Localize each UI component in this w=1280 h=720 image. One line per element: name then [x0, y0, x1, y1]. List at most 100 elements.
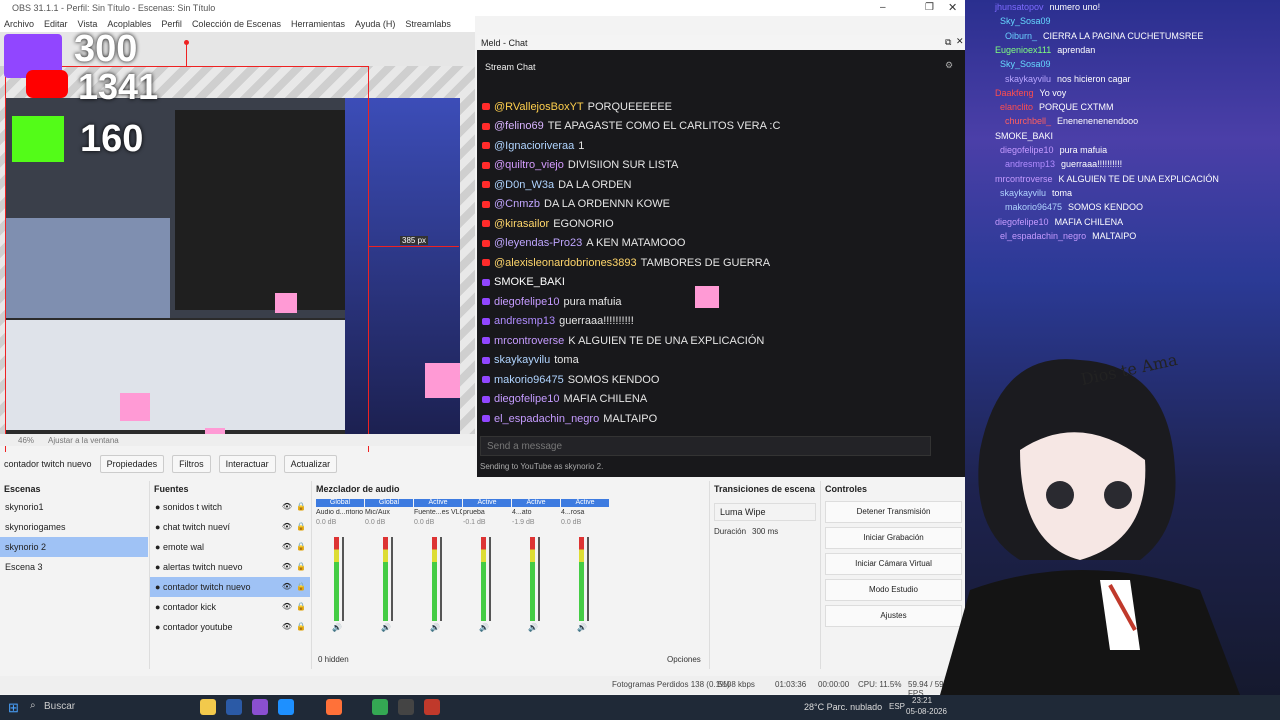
firefox-icon[interactable] [326, 699, 342, 715]
chat-username[interactable]: el_espadachin_negro [494, 413, 599, 425]
scene-item[interactable]: skynorio 2 [0, 537, 148, 557]
dock-close-icon[interactable]: ✕ [956, 36, 964, 47]
volume-fader[interactable] [342, 537, 344, 621]
chat-username[interactable]: skaykayvilu [494, 354, 550, 366]
chat-username[interactable]: makorio96475 [494, 374, 564, 386]
app-icon[interactable] [424, 699, 440, 715]
volume-fader[interactable] [391, 537, 393, 621]
clock-time[interactable]: 23:21 [912, 696, 932, 705]
edge-icon[interactable] [278, 699, 294, 715]
source-item[interactable]: ● sonidos t witch 👁 🔒 [150, 497, 310, 517]
search-icon[interactable]: ⌕ [30, 700, 36, 711]
volume-fader[interactable] [440, 537, 442, 621]
windows-start-icon[interactable]: ⊞ [8, 700, 19, 716]
source-item[interactable]: ● chat twitch nueví 👁 🔒 [150, 517, 310, 537]
mute-icon[interactable]: 🔊 [430, 623, 440, 632]
settings-icon[interactable]: ⚙ [945, 60, 953, 71]
volume-fader[interactable] [489, 537, 491, 621]
menu-herramientas[interactable]: Herramientas [291, 19, 345, 29]
visibility-icon[interactable]: 👁 [282, 577, 292, 597]
filters-button[interactable]: Filtros [172, 455, 211, 473]
chat-username[interactable]: @Ignacioriveraa [494, 140, 574, 152]
visibility-icon[interactable]: 👁 [282, 517, 292, 537]
app-icon[interactable] [226, 699, 242, 715]
menu-editar[interactable]: Editar [44, 19, 68, 29]
minimize-icon[interactable]: – [880, 2, 886, 13]
chat-username[interactable]: SMOKE_BAKI [494, 276, 565, 288]
mute-icon[interactable]: 🔊 [381, 623, 391, 632]
clock-date[interactable]: 05-08-2026 [906, 707, 947, 716]
overlay-chat-line: Eugenioex111 aprendan [995, 45, 1235, 59]
menu-archivo[interactable]: Archivo [4, 19, 34, 29]
mute-icon[interactable]: 🔊 [528, 623, 538, 632]
menu-streamlabs[interactable]: Streamlabs [405, 19, 451, 29]
overlay-chat-line: Daakfeng Yo voy [995, 88, 1235, 102]
undock-icon[interactable]: ⧉ [945, 37, 951, 48]
lock-icon[interactable]: 🔒 [296, 517, 306, 537]
chat-username[interactable]: @D0n_W3a [494, 179, 554, 191]
chat-username[interactable]: @felino69 [494, 120, 544, 132]
file-explorer-icon[interactable] [200, 699, 216, 715]
lock-icon[interactable]: 🔒 [296, 597, 306, 617]
chrome-icon[interactable] [372, 699, 388, 715]
visibility-icon[interactable]: 👁 [282, 597, 292, 617]
chat-username[interactable]: @quiltro_viejo [494, 159, 564, 171]
properties-button[interactable]: Propiedades [99, 455, 165, 473]
lock-icon[interactable]: 🔒 [296, 617, 306, 637]
chat-username[interactable]: @alexisleonardobriones3893 [494, 257, 637, 269]
obs-icon[interactable] [398, 699, 414, 715]
transition-select[interactable]: Luma Wipe [714, 503, 816, 521]
source-item[interactable]: ● contador kick 👁 🔒 [150, 597, 310, 617]
chat-username[interactable]: diegofelipe10 [494, 393, 559, 405]
menu-ayuda[interactable]: Ayuda (H) [355, 19, 395, 29]
menu-perfil[interactable]: Perfil [161, 19, 182, 29]
lock-icon[interactable]: 🔒 [296, 537, 306, 557]
scene-item[interactable]: skynoriogames [0, 517, 148, 537]
mute-icon[interactable]: 🔊 [577, 623, 587, 632]
message-input[interactable]: Send a message [480, 436, 931, 456]
interact-button[interactable]: Interactuar [218, 455, 276, 473]
chat-username[interactable]: mrcontroverse [494, 335, 564, 347]
refresh-button[interactable]: Actualizar [283, 455, 338, 473]
visibility-icon[interactable]: 👁 [282, 497, 292, 517]
twitch-icon [482, 298, 490, 306]
zoom-level[interactable]: 46% [18, 436, 34, 445]
chat-username[interactable]: @Cnmzb [494, 198, 540, 210]
chat-username[interactable]: @RVallejosBoxYT [494, 101, 584, 113]
scene-item[interactable]: skynorio1 [0, 497, 148, 517]
menu-coleccion[interactable]: Colección de Escenas [192, 19, 281, 29]
source-item[interactable]: ● contador youtube 👁 🔒 [150, 617, 310, 637]
close-icon[interactable]: ✕ [948, 1, 957, 14]
visibility-icon[interactable]: 👁 [282, 557, 292, 577]
taskbar-search[interactable]: Buscar [44, 701, 75, 712]
mixer-channel: Active 4...rosa 0.0 dB 🔊 [561, 499, 609, 632]
volume-fader[interactable] [587, 537, 589, 621]
visibility-icon[interactable]: 👁 [282, 537, 292, 557]
source-item[interactable]: ● emote wal 👁 🔒 [150, 537, 310, 557]
chat-username[interactable]: andresmp13 [494, 315, 555, 327]
chat-username[interactable]: @leyendas-Pro23 [494, 237, 582, 249]
lock-icon[interactable]: 🔒 [296, 557, 306, 577]
source-label: emote wal [162, 542, 204, 552]
chat-username[interactable]: @kirasailor [494, 218, 549, 230]
lock-icon[interactable]: 🔒 [296, 497, 306, 517]
channel-name: Mic/Aux [365, 509, 390, 516]
volume-fader[interactable] [538, 537, 540, 621]
twitch-icon [482, 376, 490, 384]
source-item[interactable]: ● contador twitch nuevo 👁 🔒 [150, 577, 310, 597]
scene-item[interactable]: Escena 3 [0, 557, 148, 577]
weather[interactable]: 28°C Parc. nublado [804, 702, 882, 712]
mixer-options-button[interactable]: Opciones [667, 655, 701, 664]
language[interactable]: ESP [889, 702, 905, 711]
duration-input[interactable]: 300 ms [752, 527, 778, 536]
mute-icon[interactable]: 🔊 [332, 623, 342, 632]
zoom-fit[interactable]: Ajustar a la ventana [48, 436, 119, 445]
preview-area[interactable]: 385 px 300 1341 160 [0, 28, 475, 460]
source-item[interactable]: ● alertas twitch nuevo 👁 🔒 [150, 557, 310, 577]
app-icon[interactable] [252, 699, 268, 715]
chat-username[interactable]: diegofelipe10 [494, 296, 559, 308]
mute-icon[interactable]: 🔊 [479, 623, 489, 632]
lock-icon[interactable]: 🔒 [296, 577, 306, 597]
visibility-icon[interactable]: 👁 [282, 617, 292, 637]
maximize-icon[interactable]: ❐ [925, 2, 934, 13]
